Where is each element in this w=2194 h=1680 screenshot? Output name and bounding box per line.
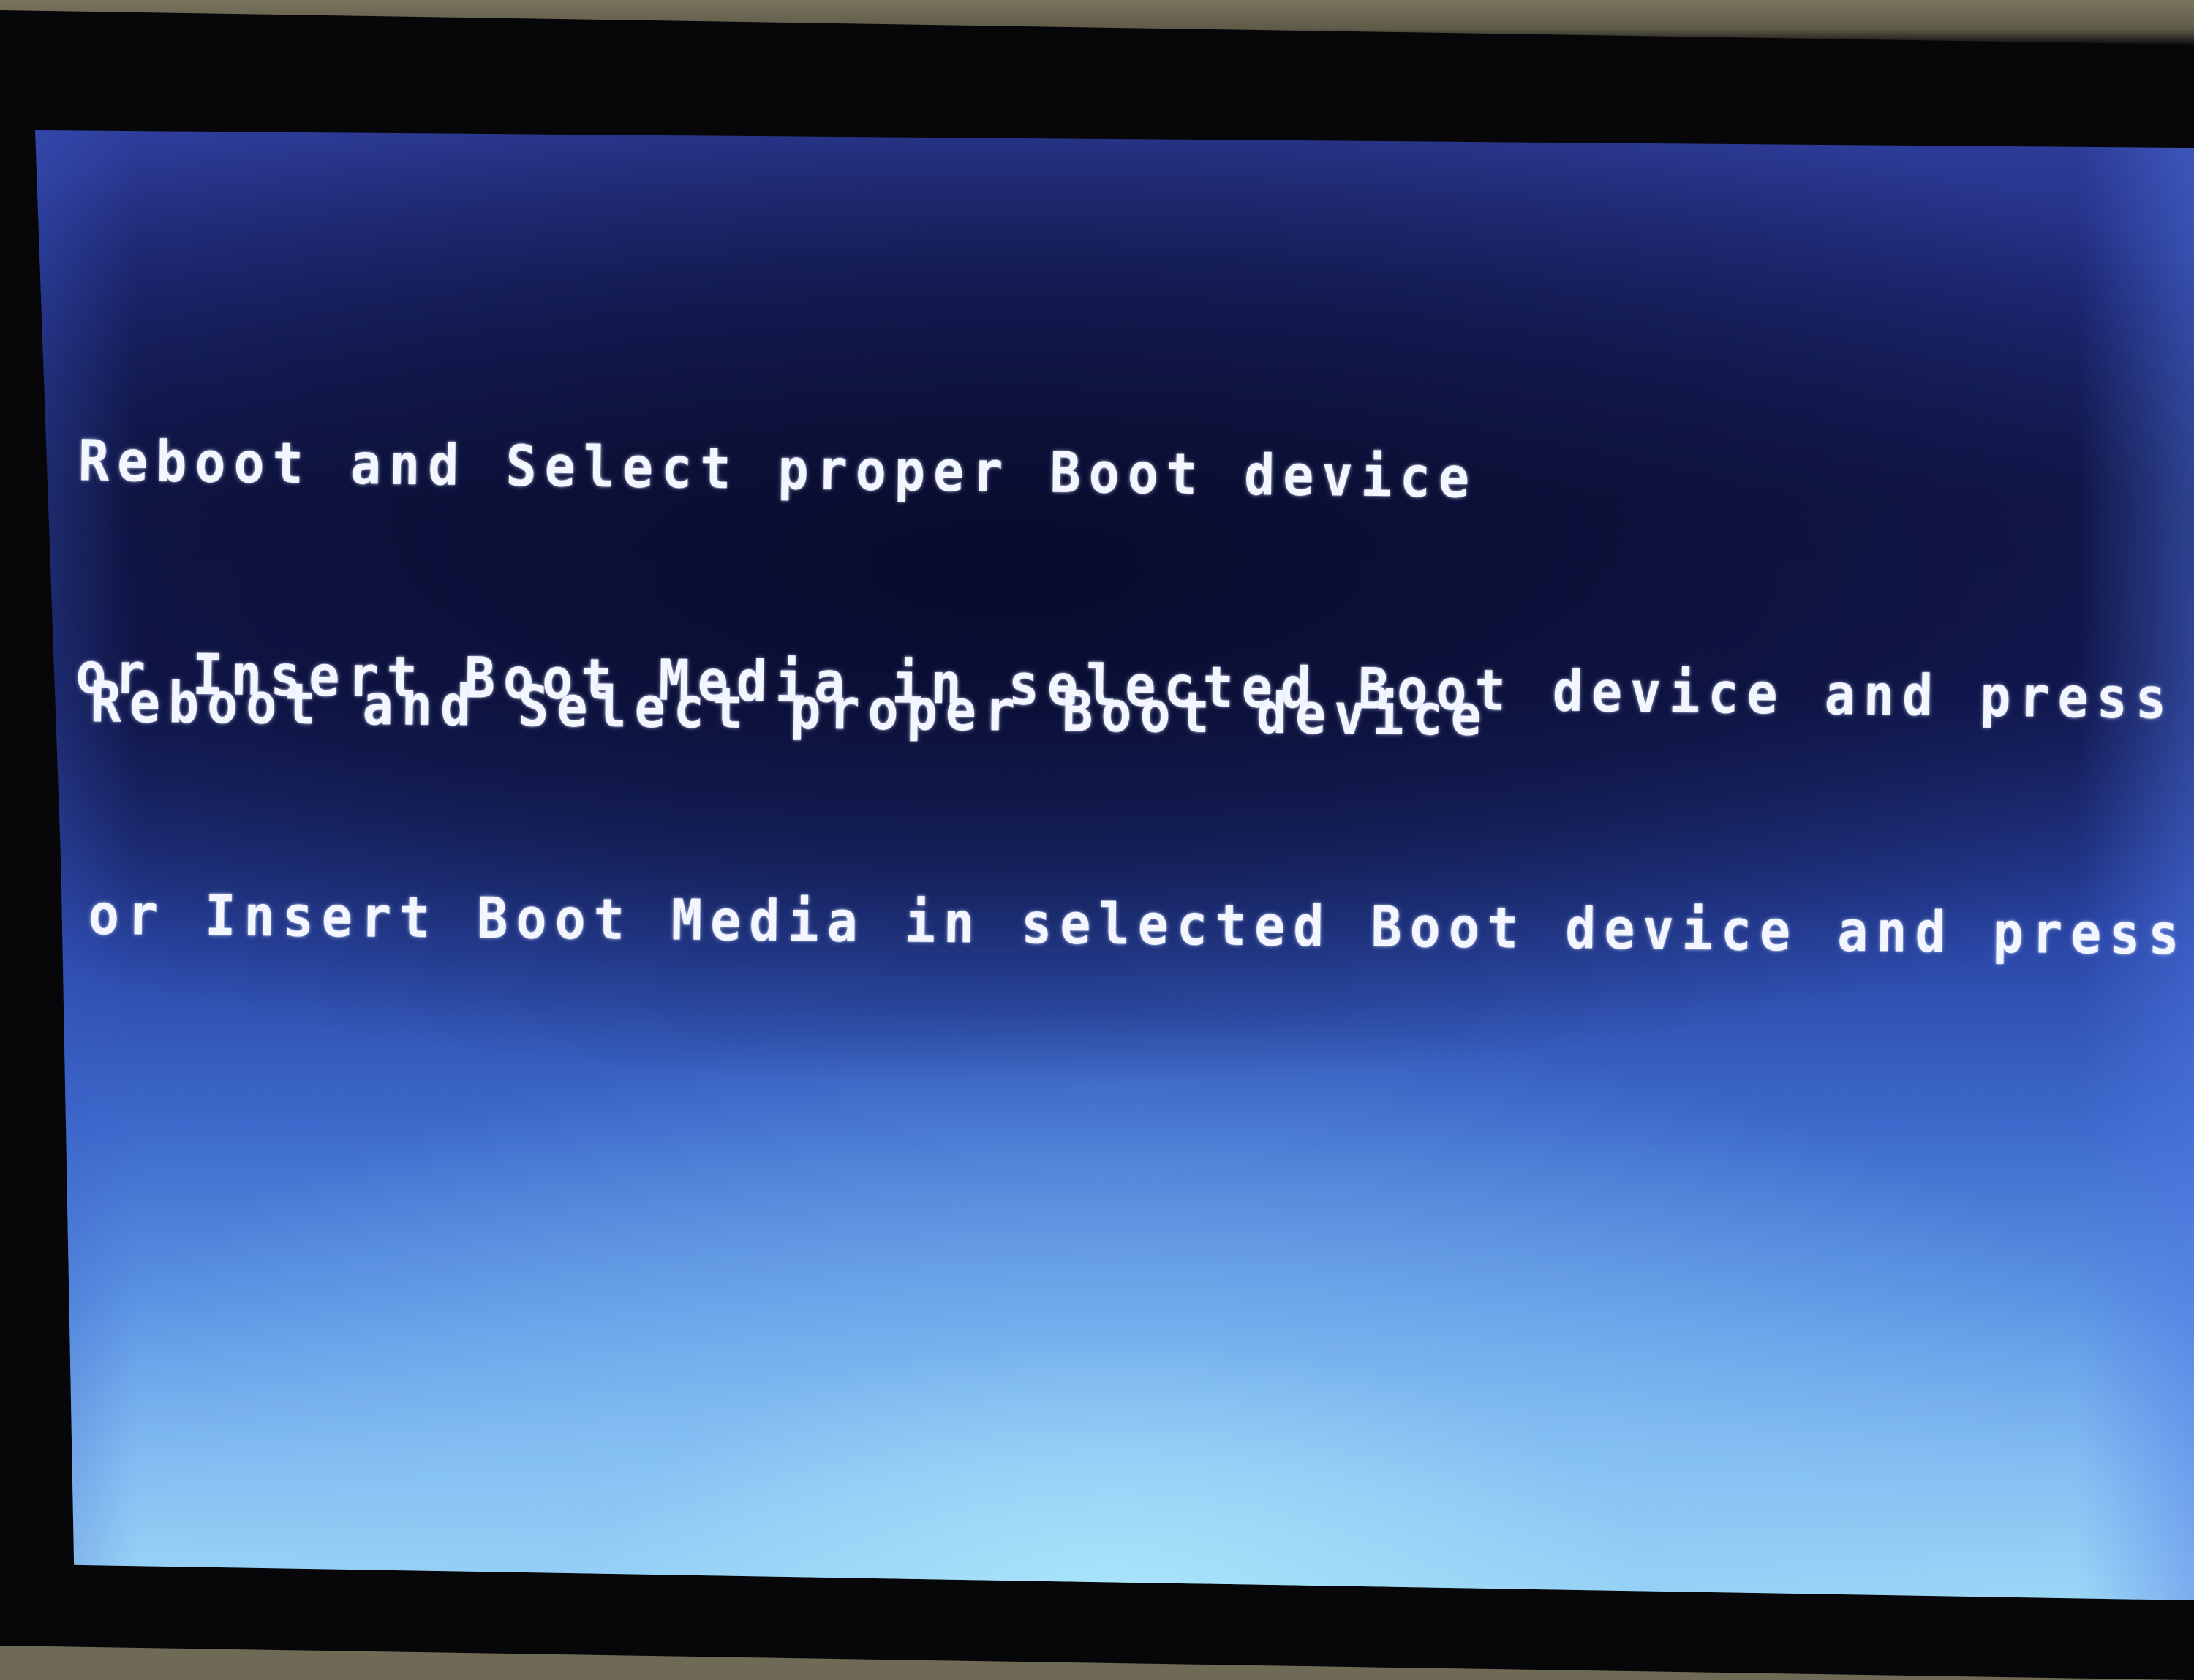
boot-error-line-1: Reboot and Select proper Boot device [90,668,1490,749]
boot-error-message-2: Reboot and Select proper Boot device or … [87,525,2194,1114]
boot-error-line-2: or Insert Boot Media in selected Boot de… [88,881,2194,971]
boot-error-line-1: Reboot and Select proper Boot device [78,427,1478,511]
monitor-screen: Reboot and Select proper Boot device or … [35,130,2194,1600]
